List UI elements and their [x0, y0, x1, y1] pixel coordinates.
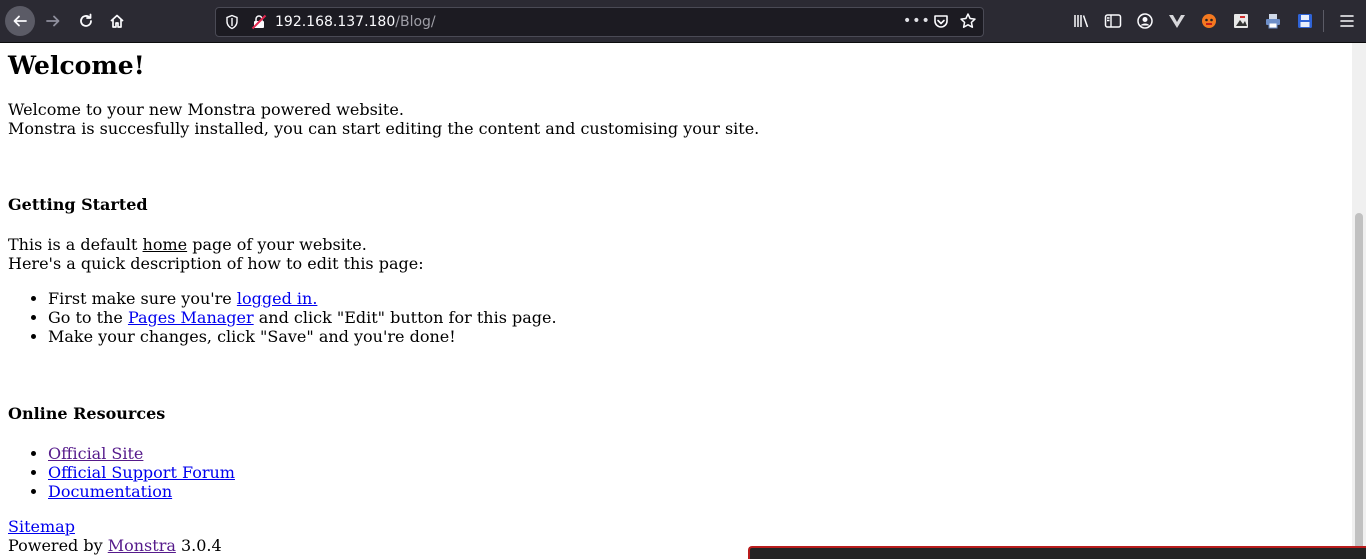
monstra-link[interactable]: Monstra [108, 536, 176, 555]
home-button[interactable] [102, 6, 132, 36]
arrow-left-icon [13, 15, 27, 27]
url-text[interactable]: 192.168.137.180/Blog/ [275, 14, 436, 30]
powered-by-prefix: Powered by [8, 536, 108, 555]
back-button[interactable] [5, 6, 35, 36]
sidebar-icon[interactable] [1103, 11, 1123, 31]
shield-icon[interactable] [224, 14, 240, 34]
printer-icon[interactable] [1263, 11, 1283, 31]
reload-button[interactable] [71, 6, 101, 36]
library-icon[interactable] [1072, 11, 1092, 31]
vue-devtools-icon[interactable] [1167, 11, 1187, 31]
step-2-prefix: Go to the [48, 308, 128, 327]
bookmark-star-icon[interactable] [959, 12, 977, 34]
getting-started-line-2: Here's a quick description of how to edi… [8, 254, 424, 273]
resources-list: Official Site Official Support Forum Doc… [8, 444, 235, 501]
getting-started-text: This is a default home page of your webs… [8, 235, 424, 273]
intro-line-2: Monstra is succesfully installed, you ca… [8, 119, 760, 138]
forward-button[interactable] [38, 6, 68, 36]
home-link[interactable]: home [143, 235, 188, 254]
insecure-lock-icon[interactable] [251, 14, 267, 34]
save-floppy-icon[interactable] [1295, 11, 1315, 31]
home-suffix: page of your website. [187, 235, 367, 254]
page-actions-menu-icon[interactable]: ••• [903, 13, 931, 29]
step-2-suffix: and click "Edit" button for this page. [253, 308, 557, 327]
vertical-scrollbar[interactable] [1352, 43, 1366, 559]
reload-icon [80, 13, 92, 27]
url-bar[interactable]: 192.168.137.180/Blog/ ••• [215, 7, 984, 37]
footer: Sitemap Powered by Monstra 3.0.4 [8, 517, 222, 555]
list-item: Documentation [48, 482, 235, 501]
home-prefix: This is a default [8, 235, 143, 254]
browser-toolbar: 192.168.137.180/Blog/ ••• [0, 0, 1366, 43]
hamburger-menu-icon[interactable] [1337, 11, 1357, 31]
list-item: Make your changes, click "Save" and you'… [48, 327, 557, 346]
logged-in-link[interactable]: logged in. [237, 289, 318, 308]
overlapping-window-edge[interactable] [748, 546, 1366, 559]
intro-text: Welcome to your new Monstra powered webs… [8, 100, 759, 138]
support-forum-link[interactable]: Official Support Forum [48, 463, 235, 482]
toolbar-separator [1323, 10, 1324, 32]
arrow-right-icon [46, 15, 60, 27]
sitemap-link[interactable]: Sitemap [8, 517, 75, 536]
online-resources-heading: Online Resources [8, 404, 166, 423]
url-host: 192.168.137.180 [275, 14, 396, 30]
foxyproxy-icon[interactable] [1199, 11, 1219, 31]
list-item: Official Site [48, 444, 235, 463]
page-title: Welcome! [8, 51, 145, 80]
pocket-icon[interactable] [932, 13, 950, 35]
pages-manager-link[interactable]: Pages Manager [128, 308, 254, 327]
steps-list: First make sure you're logged in. Go to … [8, 289, 557, 346]
scrollbar-thumb[interactable] [1355, 213, 1363, 559]
official-site-link[interactable]: Official Site [48, 444, 143, 463]
list-item: Official Support Forum [48, 463, 235, 482]
list-item: Go to the Pages Manager and click "Edit"… [48, 308, 557, 327]
screenshot-extension-icon[interactable] [1231, 11, 1251, 31]
home-icon [110, 14, 124, 28]
list-item: First make sure you're logged in. [48, 289, 557, 308]
account-icon[interactable] [1135, 11, 1155, 31]
powered-by-line: Powered by Monstra 3.0.4 [8, 536, 222, 555]
sitemap-line: Sitemap [8, 517, 222, 536]
getting-started-line-1: This is a default home page of your webs… [8, 235, 424, 254]
version-text: 3.0.4 [175, 536, 222, 555]
documentation-link[interactable]: Documentation [48, 482, 172, 501]
step-1-text: First make sure you're [48, 289, 237, 308]
intro-line-1: Welcome to your new Monstra powered webs… [8, 100, 404, 119]
url-path: /Blog/ [395, 14, 436, 30]
getting-started-heading: Getting Started [8, 195, 148, 214]
